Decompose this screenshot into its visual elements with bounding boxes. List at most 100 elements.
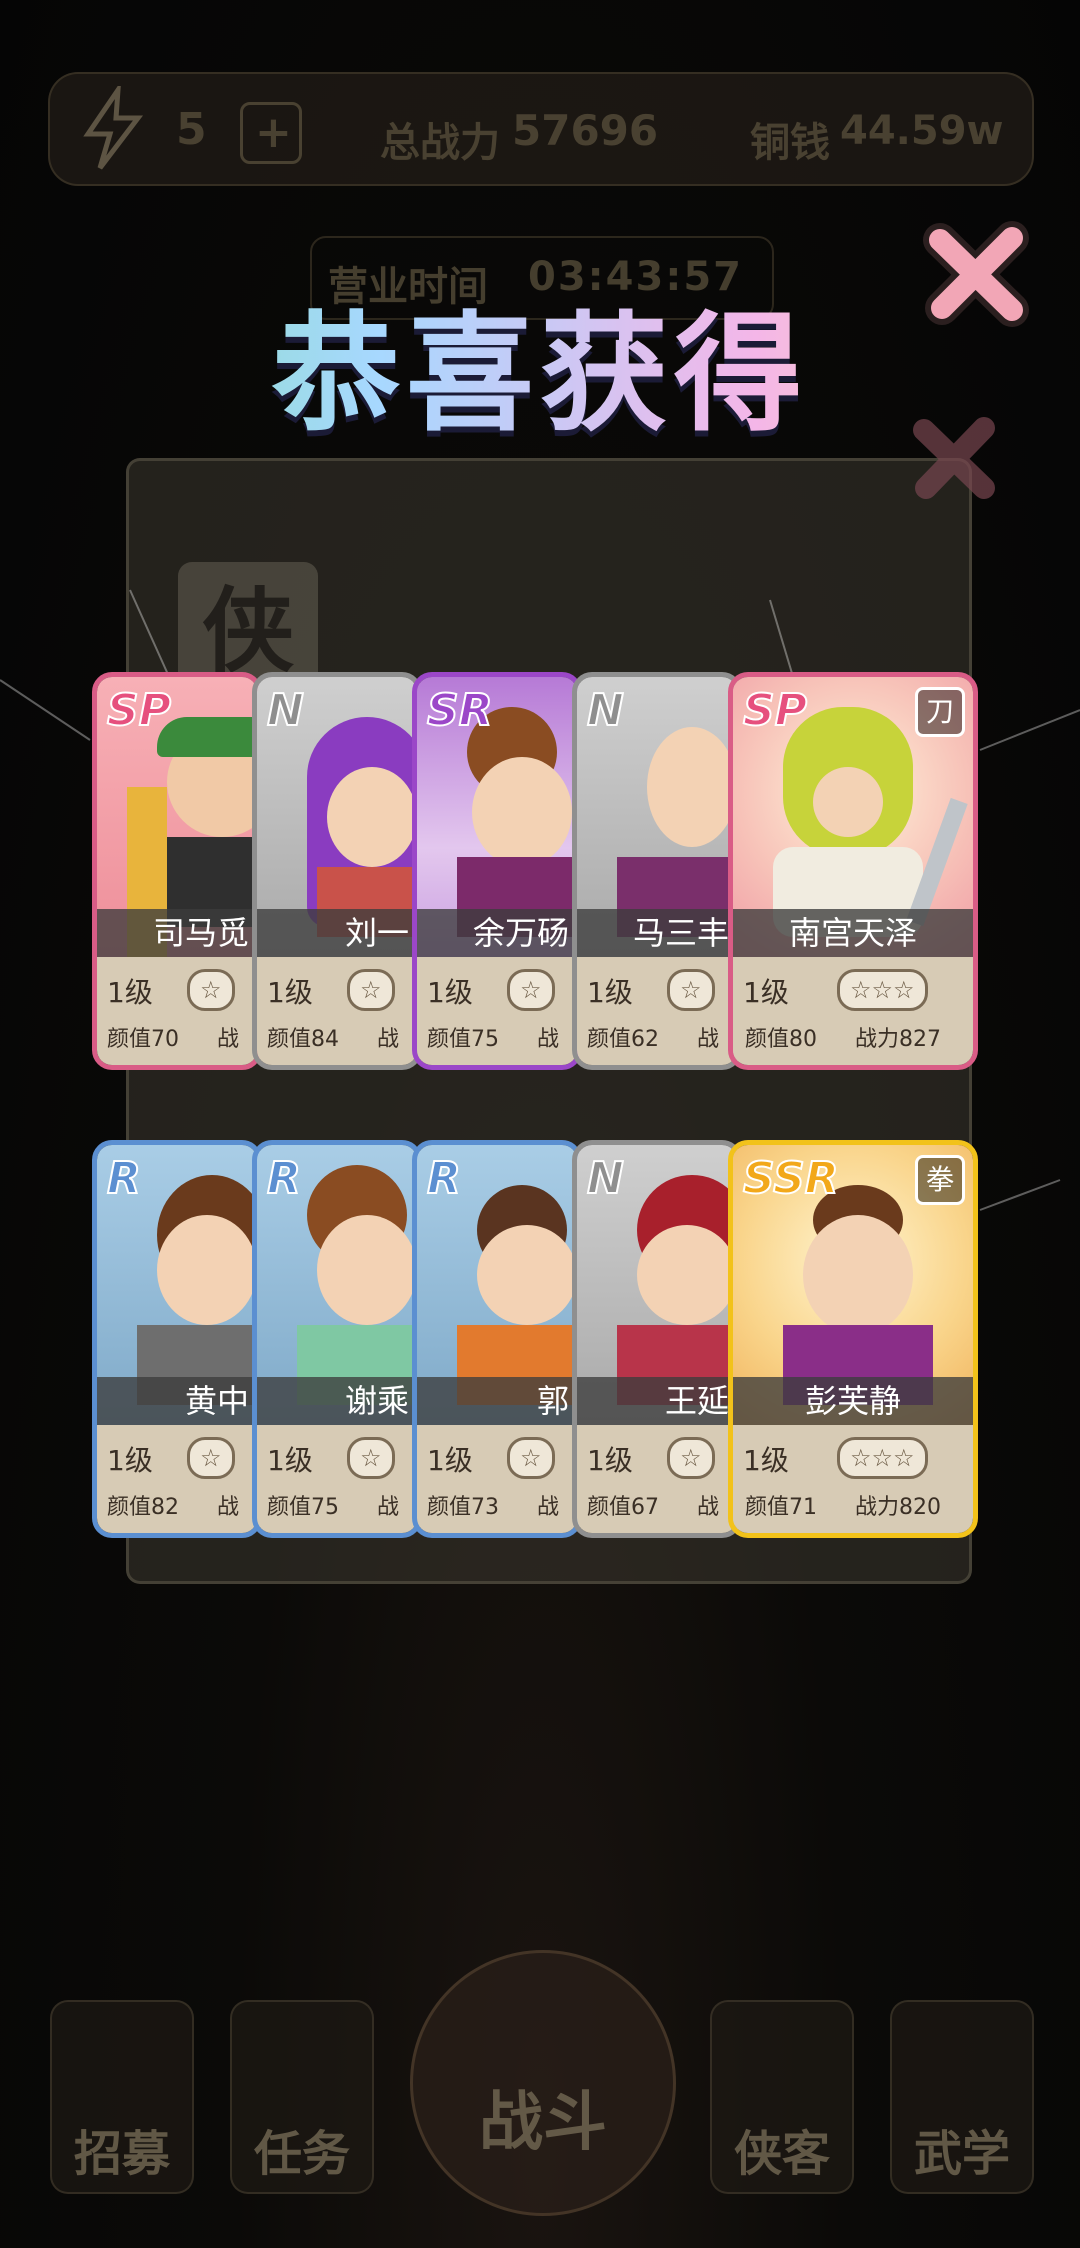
hero-power: 战 — [377, 1495, 400, 1520]
hero-charm: 颜值73 — [427, 1495, 499, 1520]
hero-info: 1级 ☆ 颜值75 战 — [257, 1425, 417, 1533]
hero-level: 1级 — [587, 976, 633, 1009]
hero-power: 战 — [537, 1027, 560, 1052]
rarity-badge: N — [586, 1152, 625, 1205]
hero-level: 1级 — [743, 1444, 789, 1477]
hero-portrait — [317, 1215, 417, 1325]
hero-info: 1级 ☆ 颜值62 战 — [577, 957, 737, 1065]
hero-charm: 颜值75 — [427, 1027, 499, 1052]
hero-name: 余万砀 — [417, 909, 577, 957]
hero-charm: 颜值84 — [267, 1027, 339, 1052]
hero-portrait — [803, 1215, 913, 1335]
hero-power: 战力820 — [855, 1495, 941, 1520]
coin-label: 铜钱 — [750, 120, 830, 166]
rarity-badge: N — [586, 684, 625, 737]
rarity-badge: SR — [426, 684, 494, 737]
hero-charm: 颜值75 — [267, 1495, 339, 1520]
hero-name: 南宫天泽 — [733, 909, 973, 957]
nav-task-button: 任务 — [230, 2000, 374, 2194]
rarity-badge: N — [266, 684, 305, 737]
top-status-bar: 5 + 总战力 57696 铜钱 44.59w — [48, 72, 1034, 186]
weapon-type-badge: 拳 — [915, 1155, 965, 1205]
hero-stars: ☆ — [667, 1437, 715, 1479]
rarity-badge: R — [266, 1152, 302, 1205]
hero-portrait — [647, 727, 737, 847]
add-energy-button[interactable]: + — [240, 102, 302, 164]
hero-info: 1级 ☆ 颜值67 战 — [577, 1425, 737, 1533]
hero-charm: 颜值80 — [745, 1027, 817, 1052]
rarity-badge: R — [426, 1152, 462, 1205]
hero-card[interactable]: R 谢乘 1级 ☆ 颜值75 战 — [252, 1140, 422, 1538]
hero-portrait — [327, 767, 417, 867]
hero-stars: ☆ — [347, 969, 395, 1011]
hero-charm: 颜值67 — [587, 1495, 659, 1520]
hero-power: 战力827 — [855, 1027, 941, 1052]
popup-title: 恭喜获得 — [0, 300, 1080, 450]
hero-charm: 颜值70 — [107, 1027, 179, 1052]
hero-portrait — [813, 767, 883, 837]
energy-icon — [83, 86, 144, 170]
hero-charm: 颜值62 — [587, 1027, 659, 1052]
hero-portrait — [472, 757, 572, 867]
hero-level: 1级 — [107, 976, 153, 1009]
hero-name: 马三丰 — [577, 909, 737, 957]
rarity-badge: R — [106, 1152, 142, 1205]
hero-card[interactable]: N 刘一 1级 ☆ 颜值84 战 — [252, 672, 422, 1070]
hero-info: 1级 ☆ 颜值73 战 — [417, 1425, 577, 1533]
hero-power: 战 — [217, 1495, 240, 1520]
hero-card[interactable]: N 马三丰 1级 ☆ 颜值62 战 — [572, 672, 742, 1070]
hero-power: 战 — [217, 1027, 240, 1052]
hero-portrait — [637, 1225, 737, 1325]
hero-card[interactable]: SP 司马觅 1级 ☆ 颜值70 战 — [92, 672, 262, 1070]
hero-info: 1级 ☆☆☆ 颜值80 战力827 — [733, 957, 973, 1065]
nav-hero-label: 侠客 — [733, 2126, 830, 2182]
hero-portrait — [157, 1215, 257, 1325]
rarity-badge: SSR — [742, 1152, 840, 1205]
hero-info: 1级 ☆☆☆ 颜值71 战力820 — [733, 1425, 973, 1533]
nav-hero-button: 侠客 — [710, 2000, 854, 2194]
hero-card[interactable]: SR 余万砀 1级 ☆ 颜值75 战 — [412, 672, 582, 1070]
energy-count: 5 — [176, 104, 207, 155]
hero-info: 1级 ☆ 颜值70 战 — [97, 957, 257, 1065]
hero-level: 1级 — [587, 1444, 633, 1477]
hero-power: 战 — [377, 1027, 400, 1052]
hero-card[interactable]: R 黄中 1级 ☆ 颜值82 战 — [92, 1140, 262, 1538]
hero-card[interactable]: R 郭 1级 ☆ 颜值73 战 — [412, 1140, 582, 1538]
hero-charm: 颜值71 — [745, 1495, 817, 1520]
hero-level: 1级 — [427, 1444, 473, 1477]
nav-battle-button: 战斗 — [410, 1950, 676, 2216]
hero-name: 彭芙静 — [733, 1377, 973, 1425]
hero-level: 1级 — [427, 976, 473, 1009]
hero-card[interactable]: SSR 拳 彭芙静 1级 ☆☆☆ 颜值71 战力820 — [728, 1140, 978, 1538]
hero-hat — [157, 717, 257, 757]
hero-info: 1级 ☆ 颜值75 战 — [417, 957, 577, 1065]
hero-stars: ☆☆☆ — [837, 1437, 928, 1479]
coin-value: 44.59w — [840, 108, 1004, 154]
weapon-type-badge: 刀 — [915, 687, 965, 737]
hero-info: 1级 ☆ 颜值82 战 — [97, 1425, 257, 1533]
hero-power: 战 — [537, 1495, 560, 1520]
nav-recruit-button: 招募 — [50, 2000, 194, 2194]
rarity-badge: SP — [106, 684, 172, 737]
nav-recruit-label: 招募 — [73, 2126, 170, 2182]
rarity-badge: SP — [742, 684, 808, 737]
hero-info: 1级 ☆ 颜值84 战 — [257, 957, 417, 1065]
hero-level: 1级 — [267, 976, 313, 1009]
hero-name: 王延 — [577, 1377, 737, 1425]
hero-card[interactable]: N 王延 1级 ☆ 颜值67 战 — [572, 1140, 742, 1538]
hero-charm: 颜值82 — [107, 1495, 179, 1520]
hero-power: 战 — [697, 1027, 720, 1052]
hero-name: 郭 — [417, 1377, 577, 1425]
hero-stars: ☆☆☆ — [837, 969, 928, 1011]
hero-stars: ☆ — [187, 969, 235, 1011]
hero-level: 1级 — [107, 1444, 153, 1477]
nav-martial-button: 武学 — [890, 2000, 1034, 2194]
nav-battle-label: 战斗 — [479, 2086, 607, 2160]
hero-name: 司马觅 — [97, 909, 257, 957]
hero-name: 黄中 — [97, 1377, 257, 1425]
hero-card[interactable]: SP 刀 南宫天泽 1级 ☆☆☆ 颜值80 战力827 — [728, 672, 978, 1070]
nav-task-label: 任务 — [253, 2126, 350, 2182]
hero-level: 1级 — [267, 1444, 313, 1477]
hero-portrait — [477, 1225, 577, 1325]
hero-stars: ☆ — [667, 969, 715, 1011]
